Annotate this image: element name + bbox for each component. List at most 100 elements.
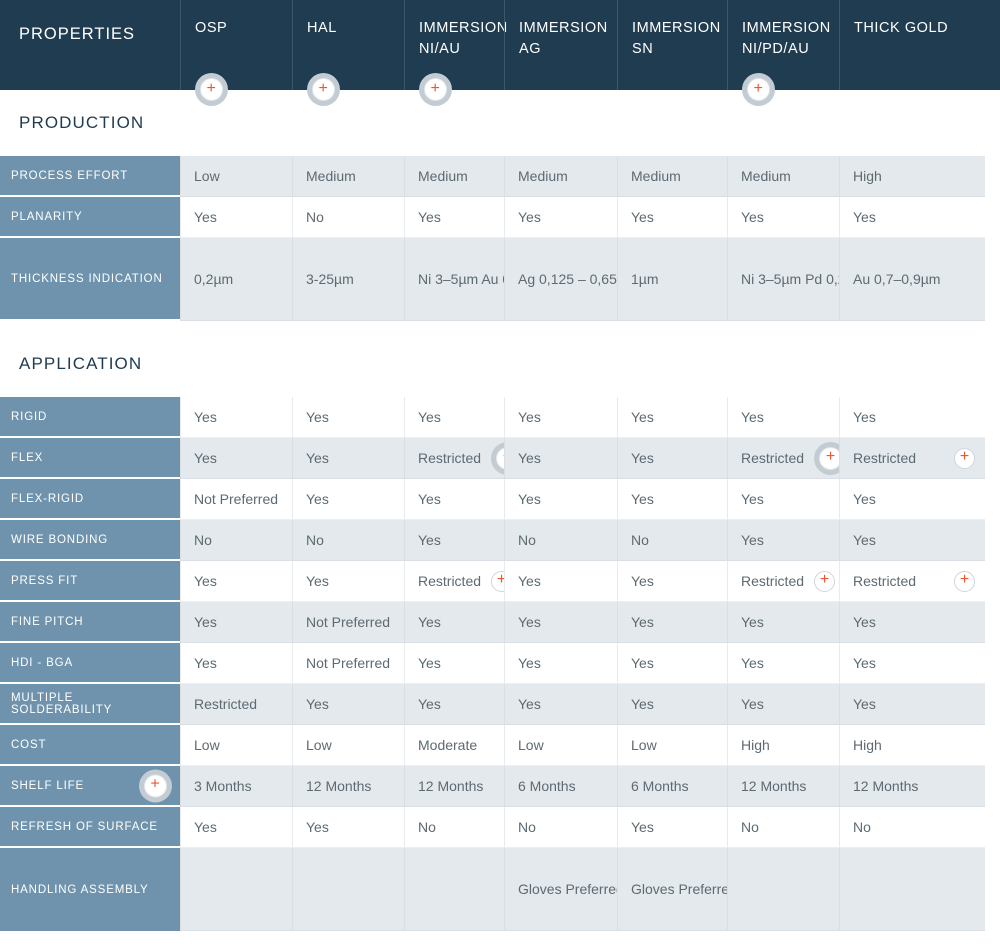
cell-value: Low <box>518 736 544 753</box>
table-cell: Yes <box>617 561 727 602</box>
plus-icon <box>312 78 335 101</box>
row-header-label: WIRE BONDING <box>11 533 109 546</box>
column-header-hal: HAL <box>292 0 404 106</box>
row-expand-plus-button[interactable] <box>139 769 172 802</box>
table-cell: Yes <box>727 197 839 238</box>
table-cell: Low <box>292 725 404 766</box>
cell-value: Yes <box>631 695 654 712</box>
cell-value: Yes <box>741 531 764 548</box>
cell-value: No <box>631 531 649 548</box>
cell-value: No <box>853 818 871 835</box>
table-cell <box>839 848 985 931</box>
column-header-label: IMMERSION NI/PD/AU <box>742 20 831 57</box>
table-cell: Restricted <box>180 684 292 725</box>
cell-value: Yes <box>518 408 541 425</box>
table-row: HANDLING ASSEMBLY Gloves Preferred Gloves … <box>0 848 1000 931</box>
section-title-production: PRODUCTION <box>0 90 1000 156</box>
plus-icon <box>954 447 975 469</box>
cell-value: Medium <box>518 167 568 184</box>
cell-value: No <box>518 531 536 548</box>
row-header-flex: FLEX <box>0 438 180 479</box>
row-header-label: MULTIPLE SOLDERABILITY <box>11 691 113 716</box>
cell-value: 0,2µm <box>194 270 234 287</box>
table-cell: 6 Months <box>617 766 727 807</box>
cell-value: Yes <box>631 208 654 225</box>
cell-value: Yes <box>306 572 329 589</box>
cell-value: Yes <box>853 208 876 225</box>
table-cell: Gloves Preferred <box>617 848 737 931</box>
cell-value: Yes <box>418 654 441 671</box>
cell-value: Yes <box>518 449 541 466</box>
cell-value: 6 Months <box>631 777 689 794</box>
table-cell: Yes <box>839 643 985 684</box>
table-cell: Yes <box>727 602 839 643</box>
column-expand-plus-button[interactable] <box>742 73 775 106</box>
cell-value: No <box>194 531 212 548</box>
row-header-label: THICKNESS INDICATION <box>11 272 163 285</box>
cell-value: Yes <box>518 490 541 507</box>
cell-value: Yes <box>194 818 217 835</box>
cell-value: Restricted <box>741 572 805 589</box>
row-header-label: RIGID <box>11 410 48 423</box>
table-cell <box>404 848 504 931</box>
cell-value: Not Preferred <box>306 613 391 630</box>
table-cell: Moderate <box>404 725 504 766</box>
table-row: MULTIPLE SOLDERABILITY Restricted Yes Yes Ye… <box>0 684 1000 725</box>
column-expand-plus-button[interactable] <box>195 73 228 106</box>
cell-value: Low <box>631 736 657 753</box>
cell-value: Yes <box>741 695 764 712</box>
section-title-application: APPLICATION <box>0 331 1000 397</box>
table-cell: Restricted <box>727 561 839 602</box>
table-cell: 12 Months <box>292 766 404 807</box>
plus-halo <box>307 73 340 106</box>
table-cell: Yes <box>292 561 404 602</box>
table-row: THICKNESS INDICATION 0,2µm 3-25µm Ni 3–5µm … <box>0 238 1000 321</box>
cell-value: Yes <box>741 408 764 425</box>
expand-plus-button[interactable] <box>814 570 836 592</box>
column-expand-plus-button[interactable] <box>419 73 452 106</box>
cell-value: No <box>306 208 324 225</box>
row-header-process-effort: PROCESS EFFORT <box>0 156 180 197</box>
table-cell: Ag 0,125 – 0,65µm <box>504 238 637 321</box>
expand-plus-button[interactable] <box>954 570 975 592</box>
table-cell: Yes <box>504 197 617 238</box>
table-cell: Yes <box>617 397 727 438</box>
column-header-immersion-ag: IMMERSION AG <box>504 0 617 90</box>
table-cell: Ni 3–5µm Au 0,05µm <box>404 238 549 321</box>
expand-plus-button[interactable] <box>954 447 975 469</box>
cell-value: Restricted <box>853 572 917 589</box>
table-row: COST Low Low Moderate Low Low High High <box>0 725 1000 766</box>
cell-value: Yes <box>853 654 876 671</box>
table-cell: Medium <box>404 156 504 197</box>
cell-value: Yes <box>853 490 876 507</box>
cell-value: 3 Months <box>194 777 252 794</box>
cell-value: Medium <box>631 167 681 184</box>
cell-value: Medium <box>741 167 791 184</box>
table-cell: 3 Months <box>180 766 292 807</box>
cell-value: Yes <box>518 572 541 589</box>
cell-value: 12 Months <box>306 777 372 794</box>
row-header-multiple-solderability: MULTIPLE SOLDERABILITY <box>0 684 180 725</box>
cell-value: Yes <box>194 408 217 425</box>
table-cell: High <box>839 156 985 197</box>
column-header-label: THICK GOLD <box>854 20 949 36</box>
table-cell: Yes <box>504 643 617 684</box>
row-header-hdi-bga: HDI - BGA <box>0 643 180 684</box>
row-header-label: HANDLING ASSEMBLY <box>11 883 149 896</box>
table-cell: Yes <box>839 602 985 643</box>
cell-value: Yes <box>194 449 217 466</box>
cell-value: Yes <box>518 613 541 630</box>
table-cell: Yes <box>617 197 727 238</box>
row-header-refresh-of-surface: REFRESH OF SURFACE <box>0 807 180 848</box>
table-cell: Low <box>504 725 617 766</box>
row-header-wire-bonding: WIRE BONDING <box>0 520 180 561</box>
cell-value: Restricted <box>853 449 917 466</box>
table-cell: Restricted <box>839 438 985 479</box>
cell-value: Yes <box>631 613 654 630</box>
column-header-immersion-ni-au: IMMERSION NI/AU <box>404 0 507 106</box>
cell-value: High <box>853 167 882 184</box>
table-row: WIRE BONDING No No Yes No No Yes Yes <box>0 520 1000 561</box>
cell-value: Restricted <box>418 449 482 466</box>
cell-value: Yes <box>631 408 654 425</box>
column-expand-plus-button[interactable] <box>307 73 340 106</box>
